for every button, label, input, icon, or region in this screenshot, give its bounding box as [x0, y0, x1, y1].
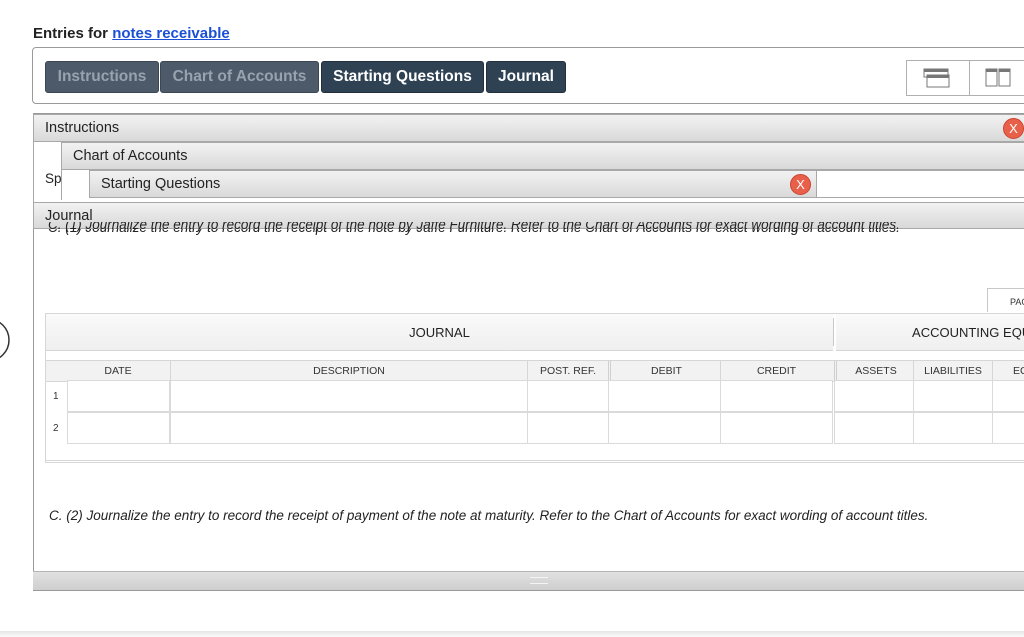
tab-instructions[interactable]: Instructions [45, 61, 159, 93]
post-ref-cell[interactable] [527, 380, 609, 412]
starting-questions-panel-title: Starting Questions [101, 176, 221, 192]
instructions-panel-title: Instructions [45, 120, 120, 136]
description-cell[interactable] [170, 412, 528, 444]
tab-starting-questions[interactable]: Starting Questions [321, 61, 484, 93]
row-number: 2 [53, 423, 59, 434]
liabilities-cell[interactable] [913, 412, 993, 444]
chart-of-accounts-panel-body [61, 170, 90, 200]
notes-receivable-link[interactable]: notes receivable [112, 25, 230, 42]
panel-resize-bar[interactable] [33, 571, 1024, 590]
col-assets: ASSETS [834, 361, 915, 380]
description-cell[interactable] [170, 380, 528, 412]
panel-gap [817, 170, 1024, 198]
table-row: 1 [46, 380, 1024, 412]
credit-cell[interactable] [720, 380, 833, 412]
tab-chart-of-accounts[interactable]: Chart of Accounts [160, 61, 319, 93]
journal-panel-header[interactable]: Journal [33, 202, 1024, 229]
accounting-equation-label: ACCOUNTING EQUATION [912, 324, 1024, 340]
equity-cell[interactable] [992, 380, 1024, 412]
footer-divider [0, 631, 1024, 637]
grid-bottom-line [46, 460, 1024, 461]
col-post-ref: POST. REF. [527, 361, 608, 380]
row-number: 1 [53, 391, 59, 402]
resize-grip-icon[interactable] [530, 577, 548, 584]
date-cell[interactable] [67, 412, 170, 444]
question-2-text: C. (2) Journalize the entry to record th… [49, 508, 929, 523]
accounting-equation-header: ACCOUNTING EQUATION [836, 314, 1024, 351]
title-prefix: Entries for [33, 25, 109, 42]
chart-of-accounts-panel-title: Chart of Accounts [73, 148, 188, 164]
assets-cell[interactable] [834, 380, 914, 412]
debit-cell[interactable] [608, 412, 721, 444]
table-row: 2 [46, 412, 1024, 444]
post-ref-cell[interactable] [527, 412, 609, 444]
chart-of-accounts-panel-header[interactable]: Chart of Accounts [61, 142, 1024, 170]
stacked-windows-icon[interactable] [923, 68, 951, 88]
hidden-panel-text: Sp [45, 171, 62, 186]
journal-section-header: JOURNAL [46, 314, 833, 351]
close-instructions-button[interactable]: X [1003, 118, 1024, 139]
instructions-panel-header[interactable]: Instructions [33, 114, 1024, 142]
credit-cell[interactable] [720, 412, 833, 444]
starting-questions-panel-header[interactable]: Starting Questions [89, 170, 817, 198]
partial-circle-icon [0, 321, 10, 359]
equity-cell[interactable] [992, 412, 1024, 444]
col-date: DATE [104, 364, 132, 377]
col-equity: EC [992, 361, 1024, 380]
journal-grid: JOURNAL ACCOUNTING EQUATION DATE DESCRIP… [45, 313, 1024, 463]
tiled-windows-icon[interactable] [985, 68, 1013, 88]
journal-panel-title: Journal [45, 207, 93, 224]
page-title: Entries for notes receivable [33, 25, 230, 42]
debit-cell[interactable] [608, 380, 721, 412]
liabilities-cell[interactable] [913, 380, 993, 412]
col-debit: DEBIT [608, 361, 722, 380]
date-cell[interactable] [67, 380, 170, 412]
col-description: DESCRIPTION [170, 361, 527, 380]
col-liabilities: LIABILITIES [913, 361, 992, 380]
tab-journal[interactable]: Journal [486, 61, 566, 93]
assets-cell[interactable] [834, 412, 914, 444]
close-starting-questions-button[interactable]: X [790, 174, 811, 195]
view-mode-buttons [906, 60, 1024, 96]
col-credit: CREDIT [720, 361, 832, 380]
page-tab[interactable]: PAG [987, 288, 1024, 312]
view-mode-divider [969, 61, 970, 95]
